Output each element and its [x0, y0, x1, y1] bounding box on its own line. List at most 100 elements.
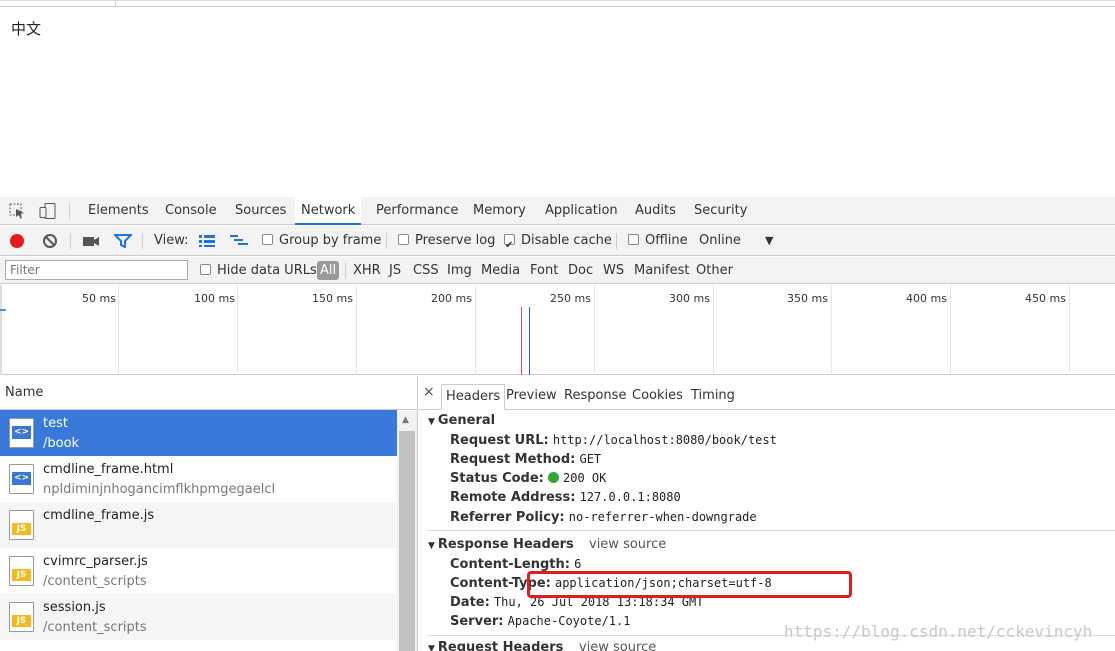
general-section-toggle[interactable]: ▼ General: [428, 413, 495, 428]
view-label: View:: [154, 233, 189, 248]
tab-cookies[interactable]: Cookies: [628, 384, 687, 410]
request-row[interactable]: session.js /content_scripts: [0, 594, 397, 640]
filter-type-font[interactable]: Font: [530, 257, 558, 284]
disable-cache-label: Disable cache: [521, 233, 612, 248]
filter-bar: Hide data URLs All XHR JS CSS Img Media …: [0, 257, 1115, 284]
network-overview-timeline[interactable]: 50 ms 100 ms 150 ms 200 ms 250 ms 300 ms…: [0, 285, 1115, 375]
filter-type-manifest[interactable]: Manifest: [634, 257, 689, 284]
filter-type-other[interactable]: Other: [696, 257, 733, 284]
watermark: https://blog.csdn.net/cckevincyh: [784, 622, 1093, 641]
header-server: Server: Apache-Coyote/1.1: [450, 614, 631, 629]
filter-input[interactable]: [5, 260, 188, 280]
filter-icon[interactable]: [112, 234, 134, 250]
request-row[interactable]: cvimrc_parser.js /content_scripts: [0, 548, 397, 594]
timeline-tick: 450 ms: [1025, 292, 1066, 305]
close-icon[interactable]: ×: [423, 384, 435, 400]
name-column-header[interactable]: Name: [0, 376, 417, 410]
timeline-tick: 100 ms: [194, 292, 235, 305]
tab-timing[interactable]: Timing: [687, 384, 739, 410]
filter-type-css[interactable]: CSS: [413, 257, 439, 284]
timeline-tick: 400 ms: [906, 292, 947, 305]
group-by-frame-label: Group by frame: [279, 233, 382, 248]
header-request-method: Request Method: GET: [450, 452, 602, 467]
request-headers-section-toggle[interactable]: ▼ Request Headers: [428, 640, 563, 651]
script-icon: [9, 510, 34, 540]
scroll-up-icon[interactable]: ▲: [402, 415, 409, 425]
script-icon: [9, 602, 34, 632]
chevron-down-icon[interactable]: ▼: [765, 226, 773, 256]
page-text: 中文: [11, 20, 42, 38]
page-top-border: [0, 1, 1115, 7]
device-toolbar-icon[interactable]: [39, 203, 57, 219]
filter-type-media[interactable]: Media: [481, 257, 520, 284]
offline-label: Offline: [645, 233, 688, 248]
request-list-scrollbar[interactable]: ▲: [397, 411, 417, 651]
triangle-down-icon: ▼: [428, 644, 435, 651]
throttling-select[interactable]: Online: [699, 226, 741, 256]
view-source-link[interactable]: view source: [579, 640, 656, 651]
tab-security[interactable]: Security: [688, 197, 753, 225]
network-toolbar: View: Group by frame Preserve log Disabl…: [0, 226, 1115, 261]
header-status-code: Status Code: 200 OK: [450, 471, 607, 486]
request-details-panel: × Headers Preview Response Cookies Timin…: [419, 376, 1115, 651]
devtools-tabbar: Elements Console Sources Network Perform…: [0, 197, 1115, 225]
tab-audits[interactable]: Audits: [629, 197, 682, 225]
timeline-tick: 350 ms: [787, 292, 828, 305]
hide-data-urls-label: Hide data URLs: [217, 263, 317, 278]
filter-type-xhr[interactable]: XHR: [353, 257, 381, 284]
status-ok-icon: [548, 472, 560, 483]
domcontentloaded-marker: [529, 307, 530, 375]
triangle-down-icon: ▼: [428, 417, 435, 427]
tab-headers[interactable]: Headers: [441, 384, 506, 410]
preserve-log-label: Preserve log: [415, 233, 496, 248]
document-icon: [9, 464, 34, 494]
tab-sources[interactable]: Sources: [229, 197, 292, 225]
request-row-test[interactable]: test /book: [0, 410, 397, 456]
tab-console[interactable]: Console: [159, 197, 223, 225]
waterfall-overview-icon[interactable]: [229, 234, 248, 250]
content-type-highlight-box: [527, 571, 852, 598]
offline-checkbox[interactable]: Offline: [628, 226, 688, 256]
request-row[interactable]: cmdline_frame.js: [0, 502, 397, 548]
large-rows-icon[interactable]: [198, 234, 216, 250]
tab-preview[interactable]: Preview: [502, 384, 561, 410]
header-request-url: Request URL: http://localhost:8080/book/…: [450, 433, 777, 448]
capture-screenshots-icon[interactable]: [82, 234, 100, 250]
request-list: Name test /book cmdline_frame.html npldi…: [0, 376, 418, 651]
filter-type-js[interactable]: JS: [389, 257, 401, 284]
clear-icon[interactable]: [42, 233, 60, 249]
timeline-tick: 200 ms: [431, 292, 472, 305]
header-referrer-policy: Referrer Policy: no-referrer-when-downgr…: [450, 510, 757, 525]
filter-type-doc[interactable]: Doc: [568, 257, 593, 284]
hide-data-urls-checkbox[interactable]: Hide data URLs: [200, 257, 317, 284]
preserve-log-checkbox[interactable]: Preserve log: [398, 226, 495, 256]
response-headers-section-toggle[interactable]: ▼ Response Headers: [428, 537, 574, 552]
filter-type-img[interactable]: Img: [447, 257, 472, 284]
filter-type-all[interactable]: All: [317, 261, 340, 280]
tab-application[interactable]: Application: [539, 197, 624, 225]
scroll-thumb[interactable]: [399, 431, 415, 651]
disable-cache-checkbox[interactable]: Disable cache: [504, 226, 612, 261]
devtools-panel: Elements Console Sources Network Perform…: [0, 197, 1115, 651]
tabbar-separator: [69, 203, 70, 219]
inspect-element-icon[interactable]: [9, 203, 27, 219]
filter-type-ws[interactable]: WS: [603, 257, 624, 284]
script-icon: [9, 556, 34, 586]
timeline-tick: 50 ms: [82, 292, 116, 305]
record-icon[interactable]: [9, 233, 27, 249]
view-source-link[interactable]: view source: [589, 537, 666, 552]
group-by-frame-checkbox[interactable]: Group by frame: [262, 226, 381, 256]
tab-response[interactable]: Response: [560, 384, 630, 410]
timeline-tick: 250 ms: [550, 292, 591, 305]
timeline-tick: 150 ms: [312, 292, 353, 305]
header-content-length: Content-Length: 6: [450, 557, 582, 572]
tab-memory[interactable]: Memory: [467, 197, 532, 225]
details-tabbar: × Headers Preview Response Cookies Timin…: [419, 376, 1115, 410]
timeline-tick: 300 ms: [669, 292, 710, 305]
page-viewport: 中文: [0, 0, 1115, 197]
tab-elements[interactable]: Elements: [82, 197, 155, 225]
tab-performance[interactable]: Performance: [370, 197, 464, 225]
request-row[interactable]: cmdline_frame.html npldiminjnhogancimflk…: [0, 456, 397, 502]
load-event-marker: [521, 307, 522, 375]
tab-network[interactable]: Network: [295, 197, 362, 225]
